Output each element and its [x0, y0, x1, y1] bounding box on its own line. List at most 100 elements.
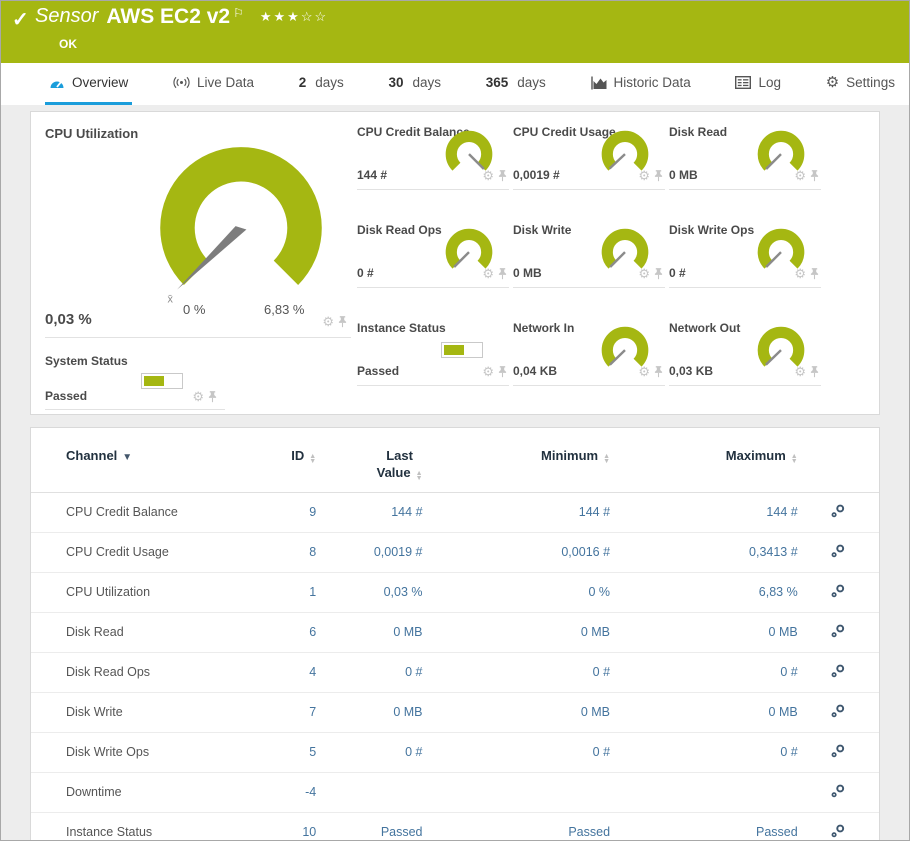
- pin-icon[interactable]: [810, 169, 819, 182]
- chart-icon: [591, 76, 607, 90]
- cell-channel[interactable]: Disk Write: [31, 692, 254, 732]
- priority-stars[interactable]: ★★★☆☆: [260, 9, 328, 25]
- tile-value: Passed: [45, 389, 87, 403]
- channel-tiles-grid: CPU Credit Balance144 #⚙CPU Credit Usage…: [357, 116, 821, 410]
- pin-icon[interactable]: [810, 267, 819, 280]
- sort-arrows-icon: ▲▼: [603, 454, 610, 464]
- column-header-channel[interactable]: Channel▼: [31, 432, 254, 492]
- stars-filled[interactable]: ★★★: [260, 9, 301, 24]
- gear-icon[interactable]: ⚙: [638, 268, 650, 280]
- sort-arrows-icon: ▲▼: [309, 454, 316, 464]
- flag-icon[interactable]: ⚐: [233, 6, 244, 20]
- cell-last-value: Passed: [316, 812, 422, 841]
- cpu-utilization-gauge: x̄: [123, 128, 359, 319]
- tab-2-days[interactable]: 2days: [295, 63, 348, 105]
- tile-value: 0,03 KB: [669, 364, 713, 378]
- tab-number: 365: [486, 75, 509, 90]
- edit-channel-icon[interactable]: [830, 543, 846, 559]
- cell-channel[interactable]: Disk Read Ops: [31, 652, 254, 692]
- cell-channel[interactable]: CPU Credit Balance: [31, 492, 254, 532]
- sort-arrows-icon: ▲▼: [416, 471, 423, 481]
- page-content: CPU Utilization x̄ 0 % 6,83 % 0,03 % ⚙: [1, 105, 909, 841]
- sensor-status-text: OK: [59, 37, 77, 51]
- pin-icon[interactable]: [654, 267, 663, 280]
- cell-maximum: 144 #: [610, 492, 798, 532]
- cell-channel[interactable]: CPU Utilization: [31, 572, 254, 612]
- cell-minimum: 0 MB: [423, 612, 611, 652]
- table-row: Disk Write70 MB0 MB0 MB: [31, 692, 879, 732]
- pin-icon[interactable]: [208, 390, 217, 403]
- tab-label: Log: [758, 75, 781, 90]
- edit-channel-icon[interactable]: [830, 743, 846, 759]
- gear-icon[interactable]: ⚙: [482, 170, 494, 182]
- edit-channel-icon[interactable]: [830, 823, 846, 839]
- tile-cpu-utilization: CPU Utilization x̄ 0 % 6,83 % 0,03 % ⚙: [45, 116, 351, 338]
- object-kind-label: Sensor: [35, 5, 98, 28]
- gear-icon[interactable]: ⚙: [192, 391, 204, 403]
- pin-icon[interactable]: [810, 365, 819, 378]
- tab-365-days[interactable]: 365 days: [482, 63, 550, 105]
- tile-disk-read-ops: Disk Read Ops0 #⚙: [357, 214, 509, 288]
- cell-channel[interactable]: Instance Status: [31, 812, 254, 841]
- tile-cpu-credit-balance: CPU Credit Balance144 #⚙: [357, 116, 509, 190]
- tile-value: Passed: [357, 364, 399, 378]
- cell-maximum: 0 #: [610, 652, 798, 692]
- column-header-maximum[interactable]: Maximum▲▼: [610, 432, 798, 492]
- edit-channel-icon[interactable]: [830, 703, 846, 719]
- pin-icon[interactable]: [498, 169, 507, 182]
- tab-label: Overview: [72, 75, 128, 90]
- cell-maximum: 0 MB: [610, 692, 798, 732]
- tile-title: System Status: [45, 344, 225, 368]
- cell-maximum: 6,83 %: [610, 572, 798, 612]
- gear-icon[interactable]: ⚙: [638, 366, 650, 378]
- pin-icon[interactable]: [498, 267, 507, 280]
- edit-channel-icon[interactable]: [830, 623, 846, 639]
- cell-channel[interactable]: Downtime: [31, 772, 254, 812]
- mean-marker: x̄: [167, 293, 173, 305]
- gear-icon[interactable]: ⚙: [794, 268, 806, 280]
- tab-settings[interactable]: ⚙Settings: [822, 63, 899, 105]
- cell-last-value: 0 #: [316, 652, 422, 692]
- cell-maximum: 0 MB: [610, 612, 798, 652]
- gear-icon[interactable]: ⚙: [482, 366, 494, 378]
- edit-channel-icon[interactable]: [830, 663, 846, 679]
- tab-live-data[interactable]: Live Data: [169, 63, 258, 105]
- gear-icon[interactable]: ⚙: [482, 268, 494, 280]
- cell-id: -4: [254, 772, 316, 812]
- cell-id: 1: [254, 572, 316, 612]
- tile-disk-write-ops: Disk Write Ops0 #⚙: [669, 214, 821, 288]
- gear-icon[interactable]: ⚙: [638, 170, 650, 182]
- column-header-id[interactable]: ID▲▼: [254, 432, 316, 492]
- tab-number: 30: [388, 75, 403, 90]
- tab-label: days: [413, 75, 442, 90]
- pin-icon[interactable]: [338, 315, 347, 328]
- sort-arrows-icon: ▲▼: [791, 454, 798, 464]
- cell-minimum: [423, 772, 611, 812]
- column-header-minimum[interactable]: Minimum▲▼: [423, 432, 611, 492]
- column-header-last-value[interactable]: LastValue▲▼: [316, 432, 422, 492]
- tab-log[interactable]: Log: [731, 63, 785, 105]
- cell-channel[interactable]: Disk Write Ops: [31, 732, 254, 772]
- gear-icon[interactable]: ⚙: [794, 170, 806, 182]
- gear-icon[interactable]: ⚙: [794, 366, 806, 378]
- tab-overview[interactable]: Overview: [45, 63, 132, 105]
- edit-channel-icon[interactable]: [830, 583, 846, 599]
- pin-icon[interactable]: [498, 365, 507, 378]
- cell-id: 5: [254, 732, 316, 772]
- tile-network-in: Network In0,04 KB⚙: [513, 312, 665, 386]
- stars-empty[interactable]: ☆☆: [301, 9, 328, 24]
- pin-icon[interactable]: [654, 169, 663, 182]
- cell-channel[interactable]: Disk Read: [31, 612, 254, 652]
- edit-channel-icon[interactable]: [830, 503, 846, 519]
- tab-historic-data[interactable]: Historic Data: [587, 63, 695, 105]
- tab-label: days: [517, 75, 546, 90]
- gear-icon[interactable]: ⚙: [322, 316, 334, 328]
- edit-channel-icon[interactable]: [830, 783, 846, 799]
- table-row: Disk Read Ops40 #0 #0 #: [31, 652, 879, 692]
- table-row: Disk Read60 MB0 MB0 MB: [31, 612, 879, 652]
- cell-channel[interactable]: CPU Credit Usage: [31, 532, 254, 572]
- pin-icon[interactable]: [654, 365, 663, 378]
- tile-network-out: Network Out0,03 KB⚙: [669, 312, 821, 386]
- table-row: Disk Write Ops50 #0 #0 #: [31, 732, 879, 772]
- tab-30-days[interactable]: 30 days: [384, 63, 445, 105]
